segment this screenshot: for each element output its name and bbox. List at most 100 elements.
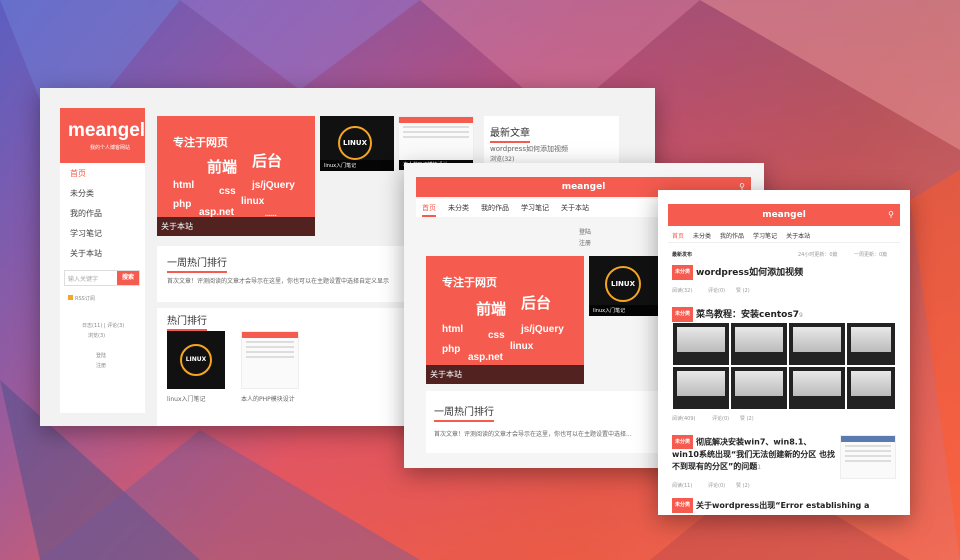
latest-item[interactable]: wordpress如何添加视频 (490, 144, 568, 154)
nav-about[interactable]: 关于本站 (561, 199, 589, 217)
register-link[interactable]: 注册 (96, 362, 106, 369)
brand-name[interactable]: meangel (562, 182, 606, 192)
thumb-line (246, 356, 294, 358)
weekly-desc: 首次文章！评测阅读的文章才会导示在这里，你也可以在主题设置中选择... (434, 431, 632, 438)
thumb-bar (399, 117, 473, 123)
nav-about[interactable]: 关于本站 (786, 228, 810, 242)
logo-name: meangel (68, 120, 146, 141)
linux-logo: LINUX (605, 266, 641, 302)
post-title[interactable]: 未分类 菜鸟教程：安装centos79 (672, 307, 902, 322)
category-tag[interactable]: 未分类 (672, 498, 694, 513)
hot-item[interactable]: 本人的PHP模块设计 (241, 394, 295, 403)
nav-home[interactable]: 首页 (422, 199, 436, 217)
post-likes[interactable]: 赞 (2) (736, 482, 750, 489)
search-box: 输入关键字 搜索 (64, 270, 140, 286)
post-title[interactable]: 未分类 关于wordpress出现“Error establishing a (672, 498, 902, 513)
post-likes[interactable]: 赞 (2) (740, 415, 754, 422)
login-link[interactable]: 登陆 (96, 352, 106, 359)
banner-line: php (173, 199, 192, 210)
search-input[interactable]: 输入关键字 (65, 271, 117, 285)
header-bar: meangel ⚲ (668, 204, 900, 226)
nav-works[interactable]: 我的作品 (481, 199, 509, 217)
search-icon[interactable]: ⚲ (888, 204, 894, 226)
search-button[interactable]: 搜索 (117, 271, 139, 285)
nav-works[interactable]: 我的作品 (720, 228, 744, 242)
rss-icon (68, 295, 73, 300)
banner-line: 后台 (252, 153, 283, 170)
banner-line: html (173, 180, 195, 191)
post-comments: 评论(0) (712, 416, 730, 422)
update-week: 一周更新：0篇 (854, 252, 888, 258)
thumb-line (403, 126, 469, 128)
banner-line: css (488, 330, 505, 341)
register-link[interactable]: 注册 (579, 238, 591, 247)
nav-home[interactable]: 首页 (672, 228, 684, 242)
about-banner[interactable]: 专注于网页 前端 后台 html css js/jQuery php linux… (157, 116, 315, 236)
category-tag[interactable]: 未分类 (672, 307, 694, 322)
post-thumb[interactable] (840, 435, 896, 479)
banner-line: 专注于网页 (173, 137, 228, 149)
post-title-text: 菜鸟教程：安装centos7 (696, 310, 799, 320)
post-thumb-linux[interactable]: LINUX linux入门笔记 (320, 116, 394, 171)
thumb-line (403, 131, 469, 133)
post-views: 阅读(32) (672, 288, 693, 294)
post-views: 阅读(409) (672, 416, 696, 422)
linux-logo: LINUX (180, 344, 212, 376)
latest-meta: 浏览(32) (490, 156, 515, 163)
latest-heading: 最新发布 (672, 252, 693, 258)
nav-notes[interactable]: 学习笔记 (521, 199, 549, 217)
login-link[interactable]: 登陆 (579, 227, 591, 236)
category-tag[interactable]: 未分类 (672, 265, 694, 280)
nav-home[interactable]: 首页 (60, 163, 145, 183)
banner-line: css (219, 186, 236, 197)
sidebar: meangel 我的个人博客网站 首页 未分类 我的作品 学习笔记 关于本站 输… (60, 108, 145, 413)
screenshot (788, 366, 846, 410)
post-title[interactable]: 未分类 wordpress如何添加视频 (672, 265, 902, 280)
site-logo[interactable]: meangel 我的个人博客网站 (60, 108, 145, 163)
about-banner[interactable]: 专注于网页 前端 后台 html css js/jQuery php linux… (426, 256, 584, 384)
post-title-text: 关于wordpress出现“Error establishing a (696, 501, 870, 510)
hot-thumb-linux[interactable]: LINUX (167, 331, 225, 389)
thumb-line (403, 136, 469, 138)
weekly-title: 一周热门排行 (167, 254, 227, 273)
category-tag[interactable]: 未分类 (672, 435, 694, 449)
thumb-line (845, 460, 891, 462)
nav-uncategorized[interactable]: 未分类 (60, 183, 145, 203)
nav-notes[interactable]: 学习笔记 (60, 223, 145, 243)
post-title[interactable]: 未分类 彻底解决安装win7、win8.1、win10系统出现“我们无法创建新的分… (672, 435, 837, 474)
post-thumb-linux[interactable]: LINUX linux入门笔记 (589, 256, 659, 316)
rss-link[interactable]: RSS订阅 (68, 295, 95, 302)
thumb-line (246, 341, 294, 343)
hot-item[interactable]: linux入门笔记 (167, 394, 206, 403)
screenshot (846, 366, 896, 410)
hot-thumb-php[interactable] (241, 331, 299, 389)
weekly-card: 一周热门排行 首次文章！评测阅读的文章才会导示在这里，你也可以在主题设置中选择.… (426, 391, 662, 453)
post-likes[interactable]: 赞 (2) (736, 287, 750, 294)
thumb-line (845, 455, 891, 457)
nav-notes[interactable]: 学习笔记 (753, 228, 777, 242)
nav-about[interactable]: 关于本站 (60, 243, 145, 263)
post-suffix: 9 (798, 312, 803, 319)
nav-works[interactable]: 我的作品 (60, 203, 145, 223)
banner-line: html (442, 324, 464, 335)
thumb-line (246, 351, 294, 353)
nav-uncategorized[interactable]: 未分类 (693, 228, 711, 242)
banner-line: asp.net (468, 352, 504, 363)
latest-title: 最新文章 (490, 124, 530, 143)
weekly-card: 一周热门排行 首次文章！评测阅读的文章才会导示在这里，你也可以在主题设置中选择自… (157, 246, 417, 302)
banner-line: 专注于网页 (442, 277, 497, 289)
mobile-window: meangel ⚲ 首页 未分类 我的作品 学习笔记 关于本站 最新发布 24小… (658, 190, 910, 515)
post-views: 阅读(11) (672, 483, 693, 489)
post-comments: 评论(0) (708, 288, 726, 294)
brand-name[interactable]: meangel (762, 210, 806, 220)
linux-logo: LINUX (338, 126, 372, 160)
post-title-text: 彻底解决安装win7、win8.1、win10系统出现“我们无法创建新的分区 也… (672, 437, 836, 472)
hot-card: 热门排行 LINUX linux入门笔记 本人的PHP模块设计 (157, 308, 417, 426)
stats-posts: 日志(11) | 评论(3) (82, 323, 125, 329)
post-comments: 评论(0) (708, 483, 726, 489)
update-24h: 24小时更新：0篇 (798, 252, 838, 258)
thumb-caption: linux入门笔记 (320, 160, 394, 171)
nav-uncategorized[interactable]: 未分类 (448, 199, 469, 217)
banner-caption: 关于本站 (426, 365, 584, 384)
screenshot (846, 322, 896, 366)
